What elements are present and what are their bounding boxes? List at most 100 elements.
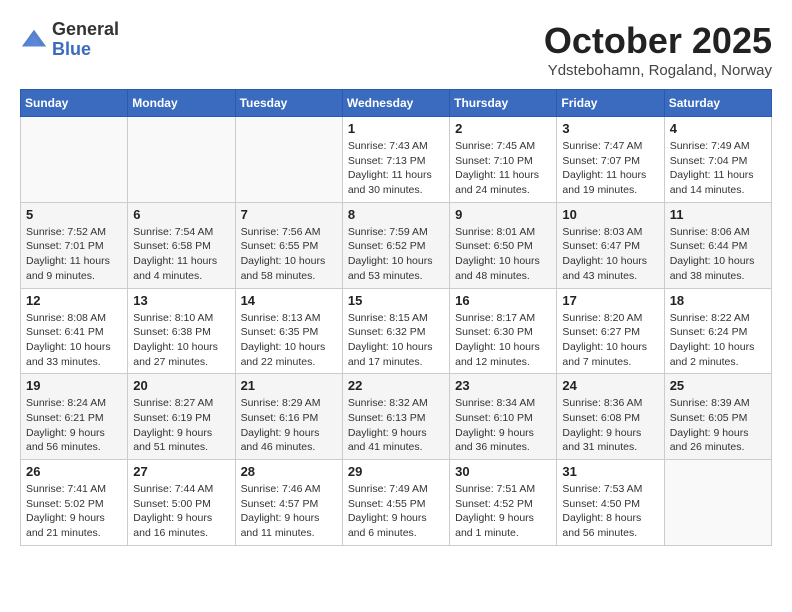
day-number: 5	[26, 207, 122, 222]
day-info: Sunrise: 8:24 AM Sunset: 6:21 PM Dayligh…	[26, 396, 122, 455]
calendar-cell: 22 Sunrise: 8:32 AM Sunset: 6:13 PM Dayli…	[342, 374, 449, 460]
day-info: Sunrise: 8:20 AM Sunset: 6:27 PM Dayligh…	[562, 311, 658, 370]
day-info: Sunrise: 8:32 AM Sunset: 6:13 PM Dayligh…	[348, 396, 444, 455]
day-number: 31	[562, 464, 658, 479]
day-info: Sunrise: 7:56 AM Sunset: 6:55 PM Dayligh…	[241, 225, 337, 284]
day-number: 27	[133, 464, 229, 479]
calendar-cell: 12 Sunrise: 8:08 AM Sunset: 6:41 PM Dayli…	[21, 288, 128, 374]
day-info: Sunrise: 7:43 AM Sunset: 7:13 PM Dayligh…	[348, 139, 444, 198]
day-number: 24	[562, 378, 658, 393]
day-number: 30	[455, 464, 551, 479]
calendar-cell	[664, 460, 771, 546]
day-header-wednesday: Wednesday	[342, 90, 449, 117]
calendar-cell: 3Sunrise: 7:47 AM Sunset: 7:07 PM Daylig…	[557, 117, 664, 203]
day-info: Sunrise: 8:27 AM Sunset: 6:19 PM Dayligh…	[133, 396, 229, 455]
week-row-4: 19 Sunrise: 8:24 AM Sunset: 6:21 PM Dayli…	[21, 374, 772, 460]
week-row-3: 12 Sunrise: 8:08 AM Sunset: 6:41 PM Dayli…	[21, 288, 772, 374]
calendar-cell	[21, 117, 128, 203]
calendar-cell: 13 Sunrise: 8:10 AM Sunset: 6:38 PM Dayli…	[128, 288, 235, 374]
day-number: 12	[26, 293, 122, 308]
day-info: Sunrise: 7:47 AM Sunset: 7:07 PM Dayligh…	[562, 139, 658, 198]
day-number: 26	[26, 464, 122, 479]
calendar: SundayMondayTuesdayWednesdayThursdayFrid…	[20, 89, 772, 546]
day-info: Sunrise: 8:36 AM Sunset: 6:08 PM Dayligh…	[562, 396, 658, 455]
day-number: 19	[26, 378, 122, 393]
week-row-2: 5Sunrise: 7:52 AM Sunset: 7:01 PM Daylig…	[21, 202, 772, 288]
calendar-cell: 23 Sunrise: 8:34 AM Sunset: 6:10 PM Dayli…	[450, 374, 557, 460]
day-number: 13	[133, 293, 229, 308]
day-info: Sunrise: 8:34 AM Sunset: 6:10 PM Dayligh…	[455, 396, 551, 455]
calendar-cell	[128, 117, 235, 203]
page-header: General Blue October 2025 Ydstebohamn, R…	[20, 20, 772, 79]
day-number: 7	[241, 207, 337, 222]
day-info: Sunrise: 7:59 AM Sunset: 6:52 PM Dayligh…	[348, 225, 444, 284]
day-info: Sunrise: 8:29 AM Sunset: 6:16 PM Dayligh…	[241, 396, 337, 455]
calendar-cell: 6Sunrise: 7:54 AM Sunset: 6:58 PM Daylig…	[128, 202, 235, 288]
day-info: Sunrise: 8:13 AM Sunset: 6:35 PM Dayligh…	[241, 311, 337, 370]
day-info: Sunrise: 8:10 AM Sunset: 6:38 PM Dayligh…	[133, 311, 229, 370]
day-info: Sunrise: 7:44 AM Sunset: 5:00 PM Dayligh…	[133, 482, 229, 541]
day-header-tuesday: Tuesday	[235, 90, 342, 117]
calendar-cell: 28Sunrise: 7:46 AM Sunset: 4:57 PM Dayli…	[235, 460, 342, 546]
day-number: 4	[670, 121, 766, 136]
day-number: 21	[241, 378, 337, 393]
day-info: Sunrise: 8:39 AM Sunset: 6:05 PM Dayligh…	[670, 396, 766, 455]
day-number: 22	[348, 378, 444, 393]
day-number: 20	[133, 378, 229, 393]
calendar-cell: 7 Sunrise: 7:56 AM Sunset: 6:55 PM Daylig…	[235, 202, 342, 288]
day-number: 6	[133, 207, 229, 222]
title-section: October 2025 Ydstebohamn, Rogaland, Norw…	[544, 20, 772, 79]
calendar-cell	[235, 117, 342, 203]
calendar-cell: 20 Sunrise: 8:27 AM Sunset: 6:19 PM Dayli…	[128, 374, 235, 460]
day-number: 14	[241, 293, 337, 308]
day-number: 23	[455, 378, 551, 393]
day-number: 2	[455, 121, 551, 136]
calendar-cell: 11Sunrise: 8:06 AM Sunset: 6:44 PM Dayli…	[664, 202, 771, 288]
calendar-cell: 19 Sunrise: 8:24 AM Sunset: 6:21 PM Dayli…	[21, 374, 128, 460]
calendar-cell: 5Sunrise: 7:52 AM Sunset: 7:01 PM Daylig…	[21, 202, 128, 288]
day-info: Sunrise: 7:51 AM Sunset: 4:52 PM Dayligh…	[455, 482, 551, 541]
calendar-cell: 27 Sunrise: 7:44 AM Sunset: 5:00 PM Dayli…	[128, 460, 235, 546]
calendar-cell: 14 Sunrise: 8:13 AM Sunset: 6:35 PM Dayli…	[235, 288, 342, 374]
day-number: 8	[348, 207, 444, 222]
calendar-cell: 17 Sunrise: 8:20 AM Sunset: 6:27 PM Dayli…	[557, 288, 664, 374]
logo-blue: Blue	[52, 39, 91, 59]
day-info: Sunrise: 8:15 AM Sunset: 6:32 PM Dayligh…	[348, 311, 444, 370]
calendar-header-row: SundayMondayTuesdayWednesdayThursdayFrid…	[21, 90, 772, 117]
day-number: 25	[670, 378, 766, 393]
logo-general: General	[52, 19, 119, 39]
calendar-cell: 8 Sunrise: 7:59 AM Sunset: 6:52 PM Daylig…	[342, 202, 449, 288]
calendar-cell: 9Sunrise: 8:01 AM Sunset: 6:50 PM Daylig…	[450, 202, 557, 288]
day-number: 17	[562, 293, 658, 308]
day-number: 28	[241, 464, 337, 479]
calendar-cell: 24 Sunrise: 8:36 AM Sunset: 6:08 PM Dayli…	[557, 374, 664, 460]
calendar-cell: 15 Sunrise: 8:15 AM Sunset: 6:32 PM Dayli…	[342, 288, 449, 374]
calendar-cell: 29Sunrise: 7:49 AM Sunset: 4:55 PM Dayli…	[342, 460, 449, 546]
calendar-cell: 26 Sunrise: 7:41 AM Sunset: 5:02 PM Dayli…	[21, 460, 128, 546]
calendar-cell: 16Sunrise: 8:17 AM Sunset: 6:30 PM Dayli…	[450, 288, 557, 374]
day-number: 29	[348, 464, 444, 479]
day-info: Sunrise: 8:17 AM Sunset: 6:30 PM Dayligh…	[455, 311, 551, 370]
day-number: 11	[670, 207, 766, 222]
logo-icon	[20, 26, 48, 54]
day-info: Sunrise: 7:53 AM Sunset: 4:50 PM Dayligh…	[562, 482, 658, 541]
day-number: 15	[348, 293, 444, 308]
day-info: Sunrise: 8:22 AM Sunset: 6:24 PM Dayligh…	[670, 311, 766, 370]
month-title: October 2025	[544, 20, 772, 62]
day-header-monday: Monday	[128, 90, 235, 117]
day-number: 1	[348, 121, 444, 136]
calendar-cell: 25 Sunrise: 8:39 AM Sunset: 6:05 PM Dayli…	[664, 374, 771, 460]
location: Ydstebohamn, Rogaland, Norway	[544, 62, 772, 79]
day-info: Sunrise: 7:49 AM Sunset: 7:04 PM Dayligh…	[670, 139, 766, 198]
day-header-thursday: Thursday	[450, 90, 557, 117]
calendar-cell: 2Sunrise: 7:45 AM Sunset: 7:10 PM Daylig…	[450, 117, 557, 203]
calendar-cell: 1 Sunrise: 7:43 AM Sunset: 7:13 PM Daylig…	[342, 117, 449, 203]
day-number: 9	[455, 207, 551, 222]
day-info: Sunrise: 8:08 AM Sunset: 6:41 PM Dayligh…	[26, 311, 122, 370]
logo-text: General Blue	[52, 20, 119, 60]
week-row-1: 1 Sunrise: 7:43 AM Sunset: 7:13 PM Daylig…	[21, 117, 772, 203]
calendar-cell: 31 Sunrise: 7:53 AM Sunset: 4:50 PM Dayli…	[557, 460, 664, 546]
day-info: Sunrise: 7:41 AM Sunset: 5:02 PM Dayligh…	[26, 482, 122, 541]
calendar-cell: 18Sunrise: 8:22 AM Sunset: 6:24 PM Dayli…	[664, 288, 771, 374]
calendar-cell: 30 Sunrise: 7:51 AM Sunset: 4:52 PM Dayli…	[450, 460, 557, 546]
